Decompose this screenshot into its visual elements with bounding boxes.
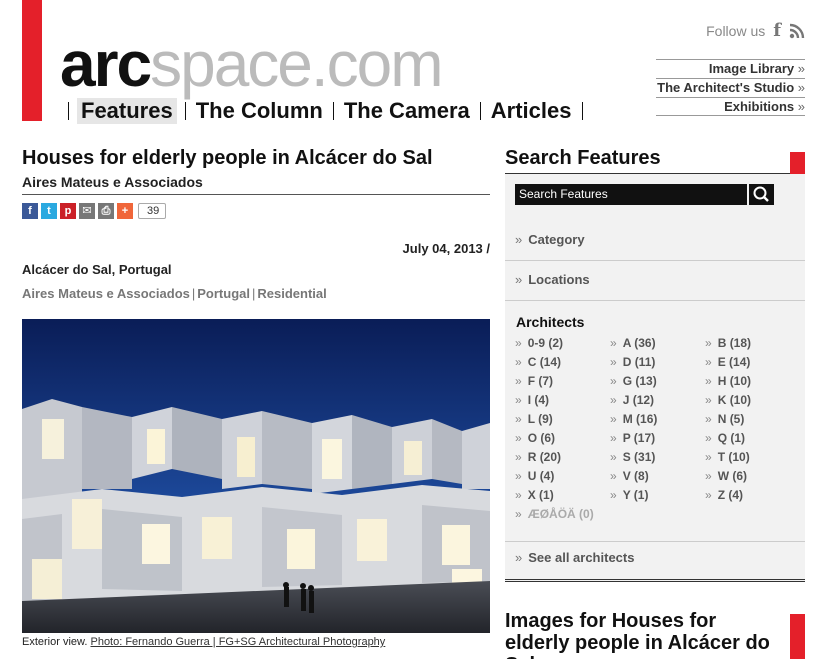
article-tags: Aires Mateus e Associados | Portugal | Resid… — [22, 286, 327, 301]
nav-the-camera[interactable]: The Camera — [342, 98, 472, 124]
image-library-link[interactable]: Image Library » — [656, 59, 805, 78]
article-byline[interactable]: Aires Mateus e Associados — [22, 172, 490, 195]
architect-letter-link[interactable]: » J (12) — [610, 391, 705, 410]
search-icon — [753, 186, 769, 202]
nav-articles[interactable]: Articles — [489, 98, 574, 124]
more-share-icon[interactable]: + — [117, 203, 133, 219]
nav-separator — [184, 102, 186, 120]
architects-studio-link[interactable]: The Architect's Studio » — [656, 78, 805, 97]
nav-separator — [68, 102, 69, 120]
photo-credit-link[interactable]: Photo: Fernando Guerra | FG+SG Architect… — [90, 636, 385, 648]
email-share-icon[interactable]: ✉ — [79, 203, 95, 219]
architect-letter-link[interactable]: » 0-9 (2) — [515, 334, 610, 353]
architect-letter-link[interactable]: » W (6) — [705, 467, 795, 486]
facebook-icon[interactable]: f — [773, 20, 781, 41]
logo-light: space.com — [150, 28, 443, 100]
nav-separator — [332, 102, 334, 120]
article-title: Houses for elderly people in Alcácer do … — [22, 147, 433, 169]
share-bar: f t p ✉ ⎙ + 39 — [22, 203, 490, 219]
nav-separator — [479, 102, 481, 120]
pinterest-share-icon[interactable]: p — [60, 203, 76, 219]
architect-letter-link: » ÆØÅÖÄ (0) — [515, 507, 594, 521]
search-input[interactable]: Search Features — [515, 184, 747, 205]
architect-letter-link[interactable]: » U (4) — [515, 467, 610, 486]
architect-letter-link[interactable]: » C (14) — [515, 353, 610, 372]
photo-caption: Exterior view. Photo: Fernando Guerra | … — [22, 636, 385, 648]
site-logo[interactable]: arcspace.com — [60, 32, 444, 96]
architect-letter-link[interactable]: » V (8) — [610, 467, 705, 486]
tag-country[interactable]: Portugal — [197, 286, 250, 301]
architect-letter-link[interactable]: » D (11) — [610, 353, 705, 372]
architect-letter-link[interactable]: » I (4) — [515, 391, 610, 410]
nav-features[interactable]: Features — [77, 98, 177, 124]
architect-letter-link[interactable]: » P (17) — [610, 429, 705, 448]
top-links: Image Library » The Architect's Studio »… — [656, 59, 805, 116]
architect-letter-link[interactable]: » M (16) — [610, 410, 705, 429]
architect-letter-link[interactable]: » E (14) — [705, 353, 795, 372]
share-count: 39 — [138, 203, 167, 219]
facet-locations[interactable]: » Locations — [515, 272, 803, 287]
facebook-share-icon[interactable]: f — [22, 203, 38, 219]
architect-letter-link[interactable]: » G (13) — [610, 372, 705, 391]
tag-type[interactable]: Residential — [257, 286, 326, 301]
images-section-title: Images for Houses for elderly people in … — [505, 610, 770, 659]
architect-letter-link[interactable]: » S (31) — [610, 448, 705, 467]
nav-separator — [581, 102, 583, 120]
architect-letter-link[interactable]: » A (36) — [610, 334, 705, 353]
print-share-icon[interactable]: ⎙ — [98, 203, 114, 219]
architect-letter-link[interactable]: » Q (1) — [705, 429, 795, 448]
logo-bold: arc — [60, 28, 152, 100]
architect-letter-link[interactable]: » R (20) — [515, 448, 610, 467]
architect-letter-link[interactable]: » H (10) — [705, 372, 795, 391]
architect-letter-link[interactable]: » T (10) — [705, 448, 795, 467]
architect-letter-link[interactable]: » Z (4) — [705, 486, 795, 505]
images-red-bar — [790, 614, 805, 659]
article-date: July 04, 2013 / — [402, 241, 490, 256]
article-location: Alcácer do Sal, Portugal — [22, 262, 172, 277]
twitter-share-icon[interactable]: t — [41, 203, 57, 219]
article-header: Houses for elderly people in Alcácer do … — [22, 144, 490, 219]
facet-category[interactable]: » Category — [515, 232, 803, 247]
architect-letter-link[interactable]: » L (9) — [515, 410, 610, 429]
brand-red-bar — [22, 0, 42, 121]
follow-label: Follow us — [706, 22, 766, 39]
tag-architect[interactable]: Aires Mateus e Associados — [22, 286, 190, 301]
divider — [505, 300, 805, 301]
architect-letter-link[interactable]: » K (10) — [705, 391, 795, 410]
main-nav: Features The Column The Camera Articles — [60, 98, 591, 124]
article-photo[interactable] — [22, 319, 490, 633]
architects-title: Architects — [516, 314, 585, 330]
architects-index: » 0-9 (2) » A (36) » B (18) » C (14) » D (11)… — [515, 334, 795, 524]
caption-text: Exterior view. — [22, 636, 88, 648]
architect-letter-link[interactable]: » Y (1) — [610, 486, 705, 505]
follow-us: Follow us f — [706, 20, 805, 41]
nav-the-column[interactable]: The Column — [194, 98, 325, 124]
architect-letter-link[interactable]: » X (1) — [515, 486, 610, 505]
architect-letter-link[interactable]: » O (6) — [515, 429, 610, 448]
architect-letter-link[interactable]: » N (5) — [705, 410, 795, 429]
exhibitions-link[interactable]: Exhibitions » — [656, 97, 805, 116]
search-panel: Search Features » Category » Locations Arc… — [505, 174, 805, 582]
rss-icon[interactable] — [789, 23, 805, 39]
sidebar-header: Search Features — [505, 144, 805, 174]
divider — [505, 541, 805, 542]
architect-letter-link[interactable]: » F (7) — [515, 372, 610, 391]
architect-letter-link[interactable]: » B (18) — [705, 334, 795, 353]
sidebar-title: Search Features — [505, 144, 805, 174]
divider — [505, 260, 805, 261]
search-button[interactable] — [749, 184, 774, 205]
see-all-architects-link[interactable]: » See all architects — [515, 550, 634, 565]
